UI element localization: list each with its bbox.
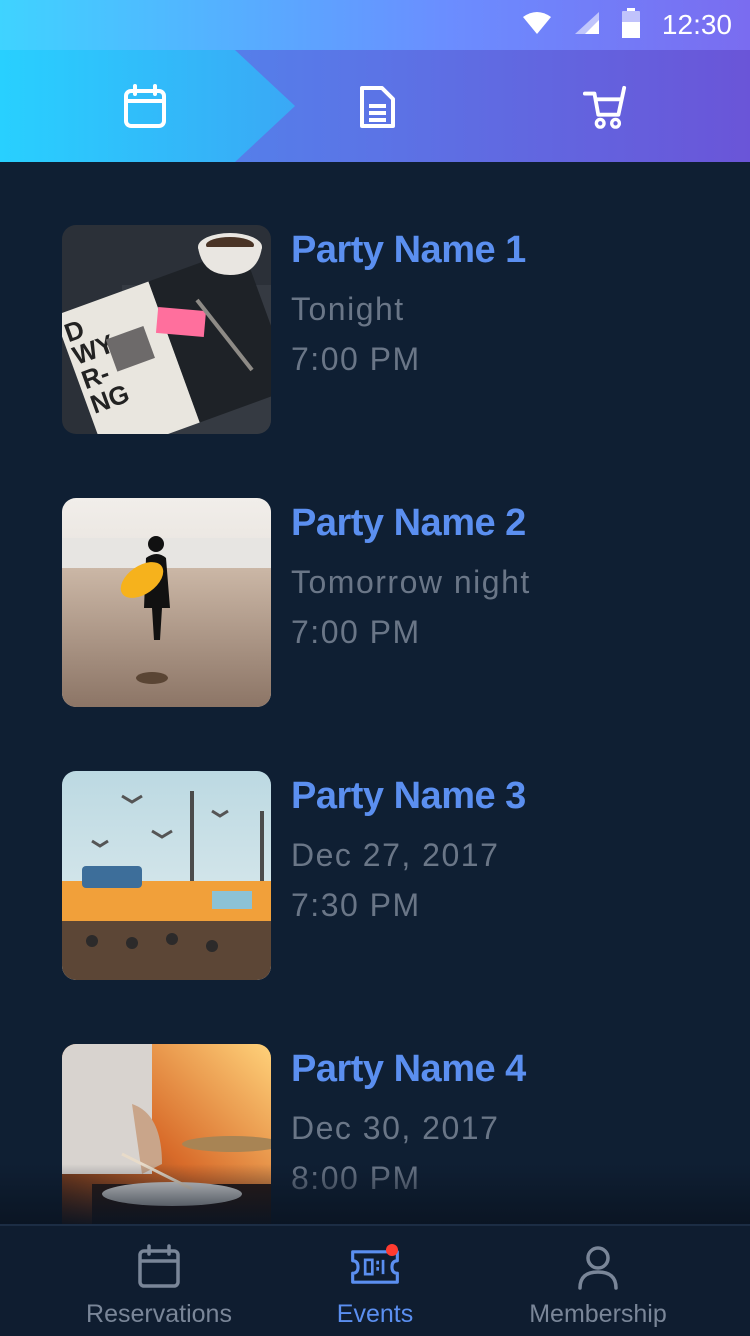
tab-label: Reservations [86, 1300, 232, 1328]
status-time: 12:30 [661, 9, 732, 40]
event-title: Party Name 2 [291, 502, 526, 544]
event-date: Dec 27, 2017 [291, 837, 500, 873]
event-time: 7:00 PM [291, 614, 421, 650]
event-date: Tomorrow night [291, 564, 531, 600]
event-time: 7:00 PM [291, 341, 421, 377]
tab-events[interactable]: Events [300, 1226, 450, 1336]
event-date: Dec 30, 2017 [291, 1110, 500, 1146]
event-title: Party Name 1 [291, 229, 526, 271]
event-title: Party Name 4 [291, 1048, 526, 1090]
event-time: 8:00 PM [291, 1160, 421, 1196]
surfer-beach-photo [62, 498, 271, 707]
user-icon [573, 1242, 623, 1292]
event-title: Party Name 3 [291, 775, 526, 817]
event-item[interactable]: Party Name 3 Dec 27, 2017 7:30 PM [62, 771, 702, 981]
bottom-tab-bar: Reservations Events Membership [0, 1224, 750, 1336]
document-icon [360, 86, 395, 128]
event-item[interactable]: Party Name 4 Dec 30, 2017 8:00 PM [62, 1044, 702, 1224]
ticket-icon [350, 1242, 400, 1292]
tab-reservations[interactable]: Reservations [64, 1226, 254, 1336]
status-bar: 12:30 [0, 0, 750, 50]
wifi-icon [522, 11, 552, 40]
event-time: 7:30 PM [291, 887, 421, 923]
battery-icon [621, 7, 640, 43]
drummer-sunset-photo [62, 1044, 271, 1224]
event-item[interactable]: Party Name 2 Tomorrow night 7:00 PM [62, 498, 702, 708]
event-list[interactable]: D WY R- NG Party Name 1 Tonight 7:00 PM [0, 162, 750, 1224]
event-date: Tonight [291, 291, 405, 327]
status-indicators: 12:30 [522, 0, 732, 50]
top-nav-tab-document[interactable] [354, 84, 400, 130]
tab-membership[interactable]: Membership [508, 1226, 688, 1336]
desk-notebook-coffee-photo: D WY R- NG [62, 225, 271, 434]
event-item[interactable]: D WY R- NG Party Name 1 Tonight 7:00 PM [62, 225, 702, 435]
top-nav [0, 50, 750, 162]
notification-dot [386, 1244, 398, 1256]
calendar-icon [124, 84, 166, 128]
tab-label: Membership [529, 1300, 667, 1328]
tab-label: Events [336, 1300, 414, 1328]
seagulls-pier-photo [62, 771, 271, 980]
calendar-icon [134, 1242, 184, 1292]
signal-icon [574, 11, 600, 40]
cart-icon [582, 85, 627, 129]
top-nav-tab-calendar[interactable] [122, 84, 168, 130]
top-nav-tab-cart[interactable] [582, 84, 628, 130]
